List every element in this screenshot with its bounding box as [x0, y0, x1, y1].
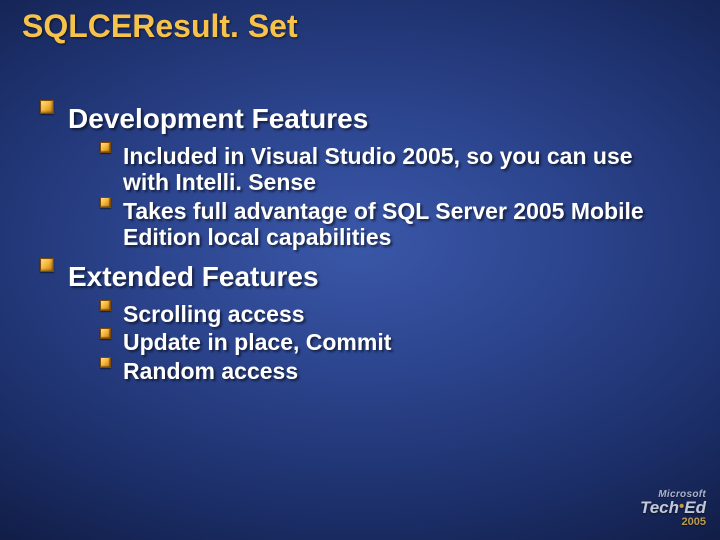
bullet-icon — [40, 100, 54, 114]
product-name-a: Tech — [640, 498, 679, 517]
feature-text: Included in Visual Studio 2005, so you c… — [123, 143, 680, 196]
bullet-icon — [100, 197, 111, 208]
bullet-icon — [100, 300, 111, 311]
feature-text: Update in place, Commit — [123, 329, 680, 355]
bullet-icon — [100, 142, 111, 153]
list-item: Included in Visual Studio 2005, so you c… — [100, 143, 680, 196]
bullet-icon — [40, 258, 54, 272]
feature-text: Takes full advantage of SQL Server 2005 … — [123, 198, 680, 251]
section-heading: Extended Features — [68, 261, 680, 293]
slide-content: Development Features Included in Visual … — [40, 95, 680, 386]
slide: SQLCEResult. Set Development Features In… — [0, 0, 720, 540]
section-heading: Development Features — [68, 103, 680, 135]
brand-logo: Microsoft Tech•Ed 2005 — [640, 489, 706, 528]
list-item: Scrolling access — [100, 301, 680, 327]
slide-title: SQLCEResult. Set — [22, 8, 298, 45]
dot-icon: • — [679, 498, 684, 515]
feature-text: Scrolling access — [123, 301, 680, 327]
bullet-icon — [100, 357, 111, 368]
bullet-icon — [100, 328, 111, 339]
product-name-b: Ed — [684, 498, 706, 517]
list-item: Development Features — [40, 103, 680, 135]
list-item: Update in place, Commit — [100, 329, 680, 355]
product-name: Tech•Ed — [640, 498, 706, 518]
feature-text: Random access — [123, 358, 680, 384]
list-item: Random access — [100, 358, 680, 384]
list-item: Extended Features — [40, 261, 680, 293]
list-item: Takes full advantage of SQL Server 2005 … — [100, 198, 680, 251]
